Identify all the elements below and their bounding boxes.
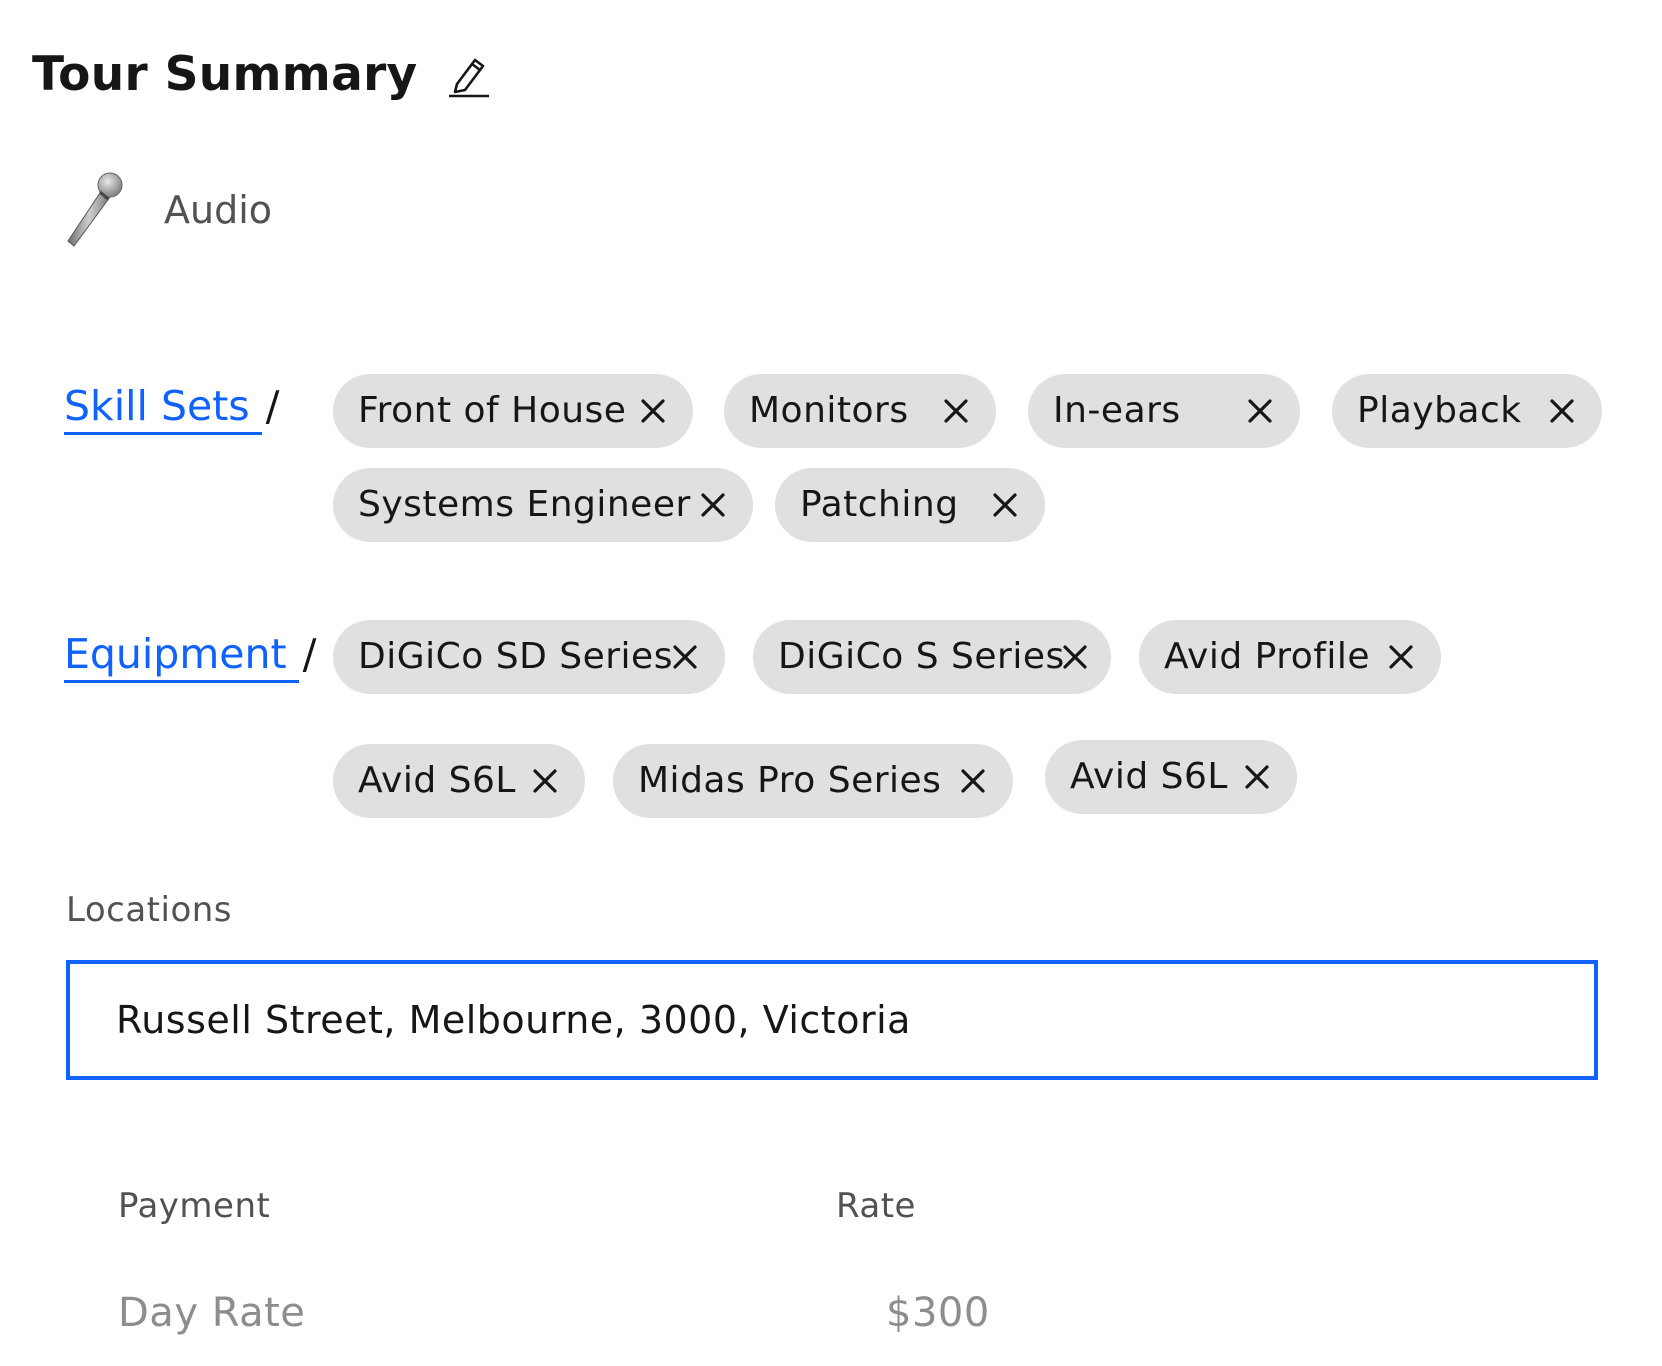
- chip-label: Avid S6L: [1070, 756, 1228, 797]
- chip-label: Avid Profile: [1164, 636, 1371, 677]
- equipment-chip: DiGiCo S Series: [753, 620, 1111, 694]
- payment-type-cell: Day Rate: [118, 1290, 306, 1336]
- close-icon[interactable]: [938, 393, 974, 429]
- chip-label: In-ears: [1053, 390, 1181, 431]
- close-icon[interactable]: [1057, 639, 1093, 675]
- skill-sets-link[interactable]: Skill Sets: [64, 382, 262, 435]
- skill-chip: Front of House: [333, 374, 693, 448]
- category-label: Audio: [164, 188, 273, 232]
- close-icon[interactable]: [695, 487, 731, 523]
- close-icon[interactable]: [987, 487, 1023, 523]
- chip-label: Avid S6L: [358, 760, 516, 801]
- close-icon[interactable]: [667, 639, 703, 675]
- equipment-chip: Avid S6L: [1045, 740, 1297, 814]
- equipment-chip: Avid S6L: [333, 744, 585, 818]
- category-row: Audio: [60, 170, 272, 250]
- chip-label: Patching: [800, 484, 959, 525]
- skill-chip: In-ears: [1028, 374, 1300, 448]
- equipment-link[interactable]: Equipment: [64, 630, 299, 683]
- rate-value-cell: $300: [886, 1290, 990, 1336]
- close-icon[interactable]: [1544, 393, 1580, 429]
- chip-label: Front of House: [358, 390, 627, 431]
- skill-sets-label: Skill Sets /: [64, 382, 280, 435]
- close-icon[interactable]: [527, 763, 563, 799]
- chip-label: Midas Pro Series: [638, 760, 942, 801]
- microphone-icon: [60, 170, 130, 250]
- locations-label: Locations: [66, 890, 233, 930]
- close-icon[interactable]: [635, 393, 671, 429]
- rate-column-header: Rate: [836, 1186, 916, 1226]
- title-row: Tour Summary: [32, 42, 492, 108]
- skill-chip: Monitors: [724, 374, 996, 448]
- equipment-chip: Midas Pro Series: [613, 744, 1013, 818]
- chip-label: Playback: [1357, 390, 1522, 431]
- close-icon[interactable]: [1383, 639, 1419, 675]
- close-icon[interactable]: [1239, 759, 1275, 795]
- chip-label: DiGiCo S Series: [778, 636, 1065, 677]
- skill-chip: Patching: [775, 468, 1045, 542]
- skill-chip: Playback: [1332, 374, 1602, 448]
- edit-pencil-icon[interactable]: [444, 51, 492, 99]
- close-icon[interactable]: [955, 763, 991, 799]
- equipment-separator: /: [302, 630, 317, 678]
- equipment-chip: DiGiCo SD Series: [333, 620, 725, 694]
- chip-label: Systems Engineer: [358, 484, 691, 525]
- payment-column-header: Payment: [118, 1186, 271, 1226]
- equipment-chip: Avid Profile: [1139, 620, 1441, 694]
- skill-sets-separator: /: [265, 382, 280, 430]
- locations-input[interactable]: [66, 960, 1598, 1080]
- tour-summary-page: Tour Summary Audio Skill Sets / Front of…: [0, 0, 1662, 1366]
- close-icon[interactable]: [1242, 393, 1278, 429]
- equipment-label: Equipment /: [64, 630, 316, 683]
- skill-chip: Systems Engineer: [333, 468, 753, 542]
- page-title: Tour Summary: [32, 47, 418, 102]
- chip-label: Monitors: [749, 390, 909, 431]
- chip-label: DiGiCo SD Series: [358, 636, 673, 677]
